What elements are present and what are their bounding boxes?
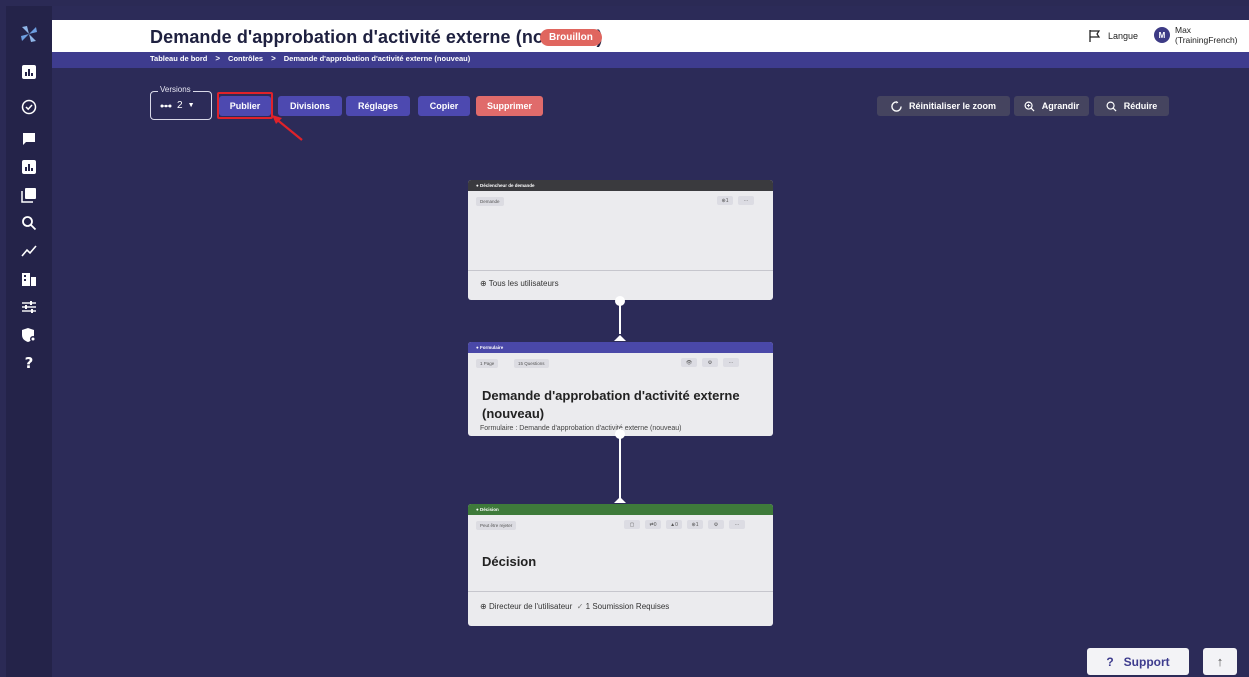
arrow-up-icon: ↑: [1216, 654, 1224, 669]
form-card[interactable]: ● Formulaire 1 Page 15 Questions 👁 ⚙ ···…: [468, 342, 773, 436]
app-frame: ? Demande d'approbation d'activité exter…: [6, 6, 1249, 677]
divisions-button[interactable]: Divisions: [278, 96, 342, 116]
language-selector[interactable]: Langue: [1088, 29, 1138, 43]
versions-value-group: 2 ▼: [160, 100, 195, 111]
routing-badge[interactable]: ⇄ 0: [645, 520, 661, 529]
decision-card[interactable]: ● Décision Peut être rejeter ▢ ⇄ 0 ▲ 0 ⊕…: [468, 504, 773, 626]
delete-button[interactable]: Supprimer: [476, 96, 543, 116]
annotation-arrow-icon: [272, 115, 303, 141]
status-badge: Brouillon: [540, 29, 602, 46]
trigger-footer-text: Tous les utilisateurs: [488, 279, 559, 288]
trigger-card-header: ● Déclencheur de demande: [468, 180, 773, 191]
trigger-chip: Demande: [476, 197, 504, 206]
check-circle-icon[interactable]: [20, 98, 38, 116]
form-more-button[interactable]: ···: [723, 358, 739, 367]
search-icon[interactable]: [20, 214, 38, 232]
decision-submissions: 1 Soumission Requises: [585, 602, 670, 611]
trigger-card[interactable]: ● Déclencheur de demande Demande ⊕ 1 ···…: [468, 180, 773, 300]
form-card-header: ● Formulaire: [468, 342, 773, 353]
reset-zoom-button[interactable]: Réinitialiser le zoom: [877, 96, 1010, 116]
app-logo-icon[interactable]: [19, 24, 39, 44]
dashboard-icon[interactable]: [20, 63, 38, 81]
shield-settings-icon[interactable]: [20, 326, 38, 344]
form-questions-chip: 15 Questions: [514, 359, 549, 368]
calendar-icon[interactable]: ▢: [624, 520, 640, 529]
user-name-line2: (TrainingFrench): [1175, 35, 1238, 45]
trigger-more-button[interactable]: ···: [738, 196, 754, 205]
connector-line: [619, 438, 621, 498]
support-button[interactable]: ? Support: [1087, 648, 1189, 675]
zoom-out-icon: [1106, 101, 1117, 112]
decision-settings-icon[interactable]: ⚙: [708, 520, 724, 529]
zoom-in-icon: [1024, 101, 1035, 112]
connector-arrow-icon: [614, 335, 626, 341]
check-icon: ✓: [576, 602, 584, 611]
zoom-out-button[interactable]: Réduire: [1094, 96, 1169, 116]
support-label: Support: [1123, 654, 1170, 669]
page-header: Demande d'approbation d'activité externe…: [52, 20, 1249, 52]
alert-badge[interactable]: ▲ 0: [666, 520, 682, 529]
branch-icon: [160, 104, 172, 107]
decision-title: Décision: [482, 554, 537, 569]
user-name-line1: Max: [1175, 25, 1192, 35]
flag-icon: [1089, 30, 1101, 42]
help-circle-icon: ?: [1106, 654, 1114, 669]
decision-footer: ⊕ Directeur de l'utilisateur ✓ 1 Soumiss…: [468, 591, 773, 626]
chevron-down-icon: ▼: [187, 102, 195, 109]
user-menu[interactable]: M Max (TrainingFrench): [1154, 25, 1238, 45]
breadcrumb-dashboard[interactable]: Tableau de bord: [150, 54, 207, 63]
users-badge[interactable]: ⊕ 1: [687, 520, 703, 529]
versions-label: Versions: [158, 85, 193, 94]
breadcrumb-bar: Tableau de bord > Contrôles > Demande d'…: [52, 52, 1249, 68]
form-tools: 👁 ⚙ ···: [681, 358, 739, 367]
language-label: Langue: [1108, 31, 1139, 41]
building-icon[interactable]: [20, 270, 38, 288]
form-pages-chip: 1 Page: [476, 359, 499, 368]
trigger-tools: ⊕ 1 ···: [717, 196, 754, 205]
decision-tools: ▢ ⇄ 0 ▲ 0 ⊕ 1 ⚙ ···: [624, 520, 745, 529]
refresh-icon: [891, 100, 902, 112]
breadcrumb-controls[interactable]: Contrôles: [228, 54, 263, 63]
user-name: Max (TrainingFrench): [1175, 25, 1238, 45]
sliders-icon[interactable]: [20, 298, 38, 316]
preview-eye-icon[interactable]: 👁: [681, 358, 697, 367]
breadcrumb: Tableau de bord > Contrôles > Demande d'…: [150, 54, 470, 63]
decision-footer-text: Directeur de l'utilisateur: [488, 602, 573, 611]
form-subtitle: Formulaire : Demande d'approbation d'act…: [480, 425, 682, 432]
settings-button[interactable]: Réglages: [346, 96, 410, 116]
reports-icon[interactable]: [20, 158, 38, 176]
copy-button[interactable]: Copier: [418, 96, 470, 116]
breadcrumb-separator: >: [271, 54, 276, 63]
scroll-to-top-button[interactable]: ↑: [1203, 648, 1237, 675]
zoom-in-button[interactable]: Agrandir: [1014, 96, 1089, 116]
reset-zoom-label: Réinitialiser le zoom: [908, 101, 997, 111]
connector-arrow-icon: [614, 497, 626, 503]
trend-icon[interactable]: [20, 242, 38, 260]
zoom-in-label: Agrandir: [1041, 101, 1080, 111]
publish-highlight: [217, 92, 273, 119]
library-icon[interactable]: [20, 186, 38, 204]
versions-value: 2: [177, 100, 183, 111]
decision-chip: Peut être rejeter: [476, 521, 517, 530]
avatar: M: [1154, 27, 1170, 43]
page-title: Demande d'approbation d'activité externe…: [150, 27, 603, 47]
versions-select[interactable]: Versions 2 ▼: [150, 85, 212, 120]
chat-icon[interactable]: [20, 130, 38, 148]
decision-more-button[interactable]: ···: [729, 520, 745, 529]
decision-card-header: ● Décision: [468, 504, 773, 515]
connector-line: [619, 304, 621, 334]
form-title: Demande d'approbation d'activité externe…: [482, 388, 740, 421]
form-settings-icon[interactable]: ⚙: [702, 358, 718, 367]
sidebar: ?: [6, 6, 52, 677]
trigger-count-badge[interactable]: ⊕ 1: [717, 196, 733, 205]
breadcrumb-separator: >: [215, 54, 221, 63]
breadcrumb-current: Demande d'approbation d'activité externe…: [283, 54, 471, 63]
zoom-out-label: Réduire: [1123, 101, 1158, 111]
help-icon[interactable]: ?: [20, 354, 38, 372]
